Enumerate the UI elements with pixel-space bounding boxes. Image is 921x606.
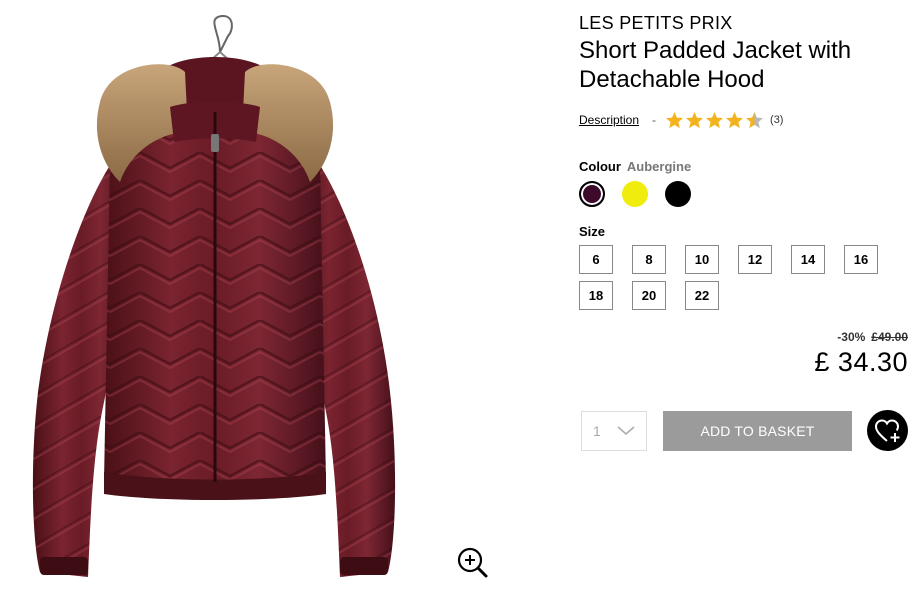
description-link[interactable]: Description	[579, 113, 639, 127]
colour-swatch[interactable]	[665, 181, 691, 207]
colour-label: Colour	[579, 159, 621, 174]
star-full-icon	[686, 111, 704, 128]
star-rating[interactable]	[665, 111, 764, 130]
size-option[interactable]: 16	[844, 245, 878, 274]
size-option[interactable]: 18	[579, 281, 613, 310]
size-label: Size	[579, 224, 606, 239]
review-separator: -	[652, 113, 657, 127]
size-options: 6 8 10 12 14 16 18 20 22	[579, 245, 911, 310]
quantity-value: 1	[593, 423, 601, 439]
colour-row: Colour Aubergine	[579, 159, 911, 174]
colour-swatch[interactable]	[579, 181, 605, 207]
old-price: £49.00	[871, 330, 908, 344]
price-block: -30% £49.00 £ 34.30	[579, 330, 908, 378]
chevron-down-icon	[617, 426, 635, 435]
star-half-icon	[746, 111, 764, 128]
add-to-basket-button[interactable]: ADD TO BASKET	[663, 411, 852, 451]
size-option[interactable]: 8	[632, 245, 666, 274]
discount-percent: -30%	[837, 330, 866, 344]
zoom-button[interactable]	[454, 544, 490, 580]
review-row: Description - (3)	[579, 110, 911, 130]
brand-name: LES PETITS PRIX	[579, 13, 733, 33]
colour-swatches	[579, 181, 911, 207]
heart-plus-icon	[874, 418, 899, 442]
size-option[interactable]: 12	[738, 245, 772, 274]
colour-swatch[interactable]	[622, 181, 648, 207]
size-option[interactable]: 14	[791, 245, 825, 274]
colour-selected-name: Aubergine	[626, 159, 692, 174]
discount-row: -30% £49.00	[579, 330, 908, 344]
star-full-icon	[706, 111, 724, 128]
product-page: LES PETITS PRIX Short Padded Jacket with…	[0, 0, 921, 606]
product-details: LES PETITS PRIX Short Padded Jacket with…	[579, 12, 911, 378]
star-full-icon	[666, 111, 684, 128]
padded-jacket-image[interactable]	[20, 12, 410, 592]
product-image-area	[0, 0, 520, 606]
size-option[interactable]: 22	[685, 281, 719, 310]
size-option[interactable]: 20	[632, 281, 666, 310]
current-price: £ 34.30	[814, 347, 908, 377]
review-count[interactable]: (3)	[770, 114, 783, 126]
zoom-in-icon	[457, 547, 488, 578]
size-option[interactable]: 6	[579, 245, 613, 274]
size-option[interactable]: 10	[685, 245, 719, 274]
quantity-select[interactable]: 1	[581, 411, 647, 451]
product-title: Short Padded Jacket with Detachable Hood	[579, 37, 852, 93]
star-full-icon	[726, 111, 744, 128]
wishlist-button[interactable]	[867, 410, 908, 451]
buy-row: 1 ADD TO BASKET	[581, 410, 911, 452]
